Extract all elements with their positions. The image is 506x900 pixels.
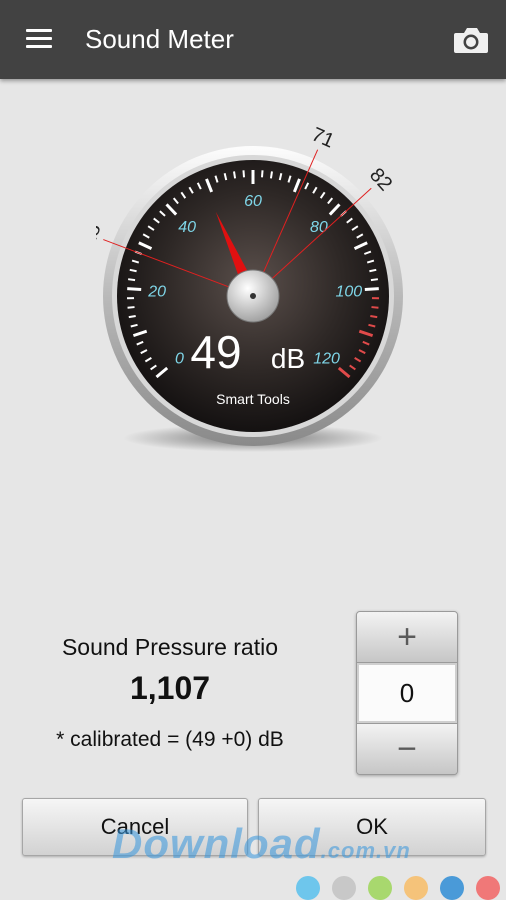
scale-tick xyxy=(371,306,379,309)
footer-dot xyxy=(440,876,464,900)
menu-icon[interactable] xyxy=(26,29,52,49)
scale-label: 20 xyxy=(147,283,166,300)
watermark-main: Download xyxy=(112,820,321,867)
db-reading: 49 xyxy=(190,326,241,378)
scale-tick xyxy=(242,170,246,178)
scale-tick xyxy=(370,314,378,319)
camera-icon[interactable] xyxy=(452,25,490,55)
sound-pressure-label: Sound Pressure ratio xyxy=(61,634,279,660)
scale-tick xyxy=(129,268,137,273)
footer-dot xyxy=(476,876,500,900)
app-bar: Sound Meter xyxy=(0,0,506,79)
scale-tick xyxy=(127,287,142,291)
max-marker-label: 82 xyxy=(365,164,396,195)
scale-tick xyxy=(127,306,135,309)
min-marker-label: 28 xyxy=(96,221,106,250)
increment-button[interactable]: + xyxy=(357,612,457,663)
scale-tick xyxy=(369,268,377,273)
footer-dot xyxy=(332,876,356,900)
avg-marker-label: 71 xyxy=(308,123,337,152)
decrement-button[interactable]: − xyxy=(357,723,457,774)
scale-tick xyxy=(233,171,237,179)
sound-gauge: 0 20 40 60 80 100 120 28 71 82 49 dB Smart Tools xyxy=(96,123,403,452)
scale-tick xyxy=(128,314,136,319)
watermark: Download.com.vn xyxy=(112,820,506,868)
footer-dot xyxy=(296,876,320,900)
calibration-text: * calibrated = (49 +0) dB xyxy=(56,728,284,751)
scale-label: 100 xyxy=(335,283,362,300)
calibration-stepper: + 0 − xyxy=(356,611,458,775)
brand-label: Smart Tools xyxy=(216,391,290,407)
scale-tick xyxy=(364,287,379,291)
scale-tick xyxy=(127,278,136,282)
watermark-suffix: .com.vn xyxy=(320,838,411,863)
calibration-value[interactable]: 0 xyxy=(359,665,455,721)
scale-tick xyxy=(260,170,264,178)
db-unit: dB xyxy=(271,343,305,374)
sound-pressure-value: 1,107 xyxy=(129,670,211,706)
app-title: Sound Meter xyxy=(85,24,234,54)
footer-dot xyxy=(404,876,428,900)
scale-label: 80 xyxy=(310,219,328,236)
scale-label: 0 xyxy=(175,351,184,368)
scale-label: 60 xyxy=(244,193,262,210)
scale-tick xyxy=(370,278,379,282)
scale-tick xyxy=(269,171,273,179)
scale-label: 120 xyxy=(313,351,340,368)
scale-label: 40 xyxy=(178,219,196,236)
footer-dot xyxy=(368,876,392,900)
